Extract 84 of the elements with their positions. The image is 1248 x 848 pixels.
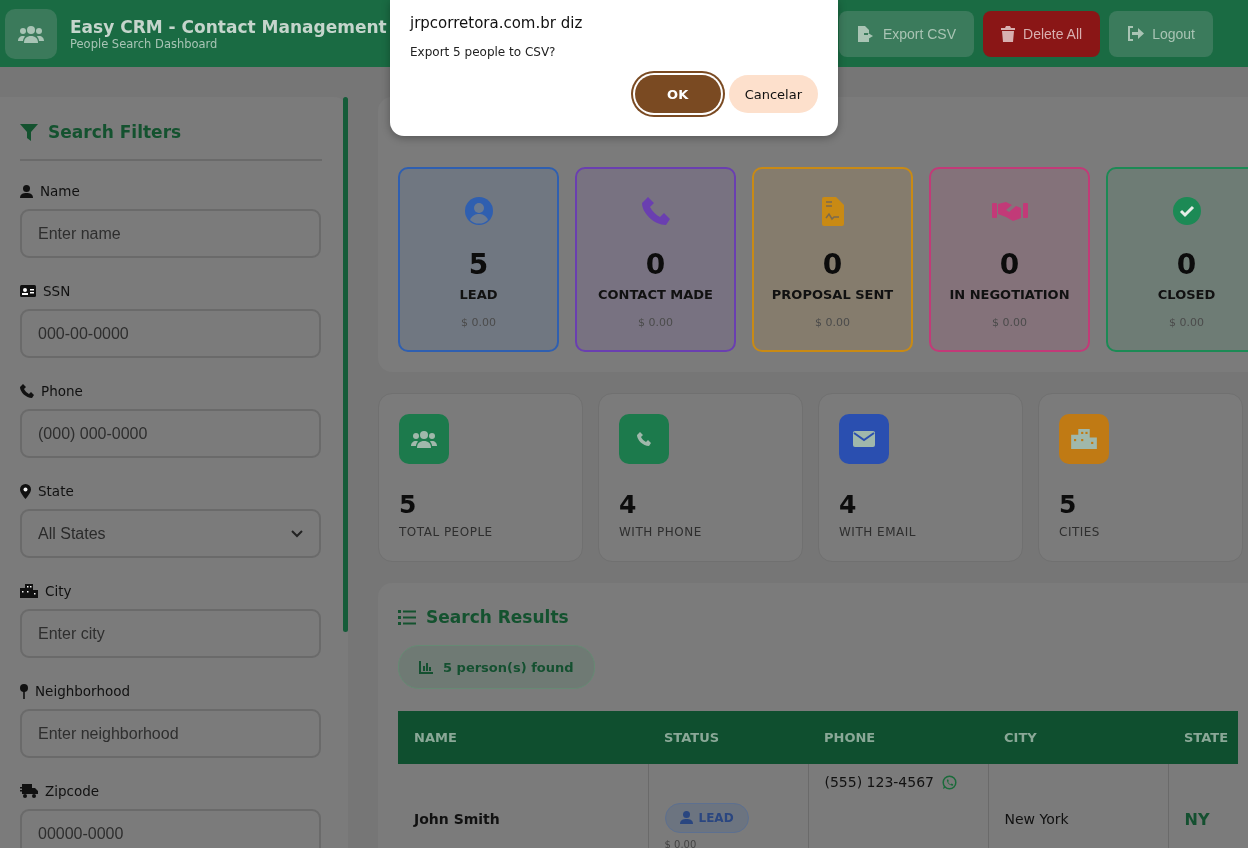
id-card-icon xyxy=(20,285,36,297)
stat-value: 5 xyxy=(399,490,418,519)
check-circle-icon xyxy=(1172,197,1201,225)
trash-icon xyxy=(1001,25,1015,42)
input-field[interactable]: Enter city xyxy=(20,609,321,658)
state-dropdown[interactable]: All States xyxy=(20,509,321,558)
stage-label: IN NEGOTIATION xyxy=(949,287,1070,302)
file-export-icon xyxy=(856,25,875,42)
stat-value: 4 xyxy=(619,490,638,519)
logout-button[interactable]: Logout xyxy=(1109,10,1213,57)
stage-count: 0 xyxy=(1176,248,1197,281)
phone-icon xyxy=(641,197,670,225)
input-field[interactable]: Enter name xyxy=(20,209,321,258)
chevron-down-icon xyxy=(291,529,303,538)
pushpin-icon xyxy=(20,683,28,699)
stage-label: PROPOSAL SENT xyxy=(771,287,894,302)
field-label: Neighborhood xyxy=(35,683,131,699)
sidebar-title: Search Filters xyxy=(48,122,182,142)
scrollbar[interactable] xyxy=(343,97,348,632)
column-header[interactable]: CITY xyxy=(988,711,1168,764)
truck-icon xyxy=(20,784,38,798)
column-header[interactable]: STATUS xyxy=(648,711,808,764)
city-icon xyxy=(1071,429,1097,449)
dialog-title: jrpcorretora.com.br diz xyxy=(410,14,584,32)
stage-count: 0 xyxy=(645,248,666,281)
stat-label: WITH EMAIL xyxy=(839,525,917,539)
input-field[interactable]: Enter neighborhood xyxy=(20,709,321,758)
section-title: Search Results xyxy=(426,607,569,627)
user-circle-icon xyxy=(464,197,493,225)
whatsapp-icon xyxy=(942,774,957,790)
people-icon xyxy=(411,429,437,449)
stat-value: 5 xyxy=(1059,490,1078,519)
field-label: SSN xyxy=(43,283,71,299)
stage-amount: $ 0.00 xyxy=(815,316,850,329)
map-pin-icon xyxy=(20,483,31,499)
field-label: City xyxy=(45,583,72,599)
stage-label: CONTACT MADE xyxy=(598,287,713,302)
stage-count: 0 xyxy=(822,248,843,281)
column-header[interactable]: NAME xyxy=(398,711,648,764)
stat-value: 4 xyxy=(839,490,858,519)
delete-all-button[interactable]: Delete All xyxy=(983,10,1101,57)
stage-label: CLOSED xyxy=(1157,287,1216,302)
stat-label: TOTAL PEOPLE xyxy=(399,525,494,539)
person-icon xyxy=(20,184,33,198)
status-badge: LEAD xyxy=(664,802,749,833)
document-icon xyxy=(821,196,844,226)
user-icon xyxy=(679,811,693,824)
input-field[interactable]: (000) 000-0000 xyxy=(20,409,321,458)
stage-count: 0 xyxy=(999,248,1020,281)
column-header[interactable]: STATE xyxy=(1168,711,1238,764)
stat-label: CITIES xyxy=(1059,525,1101,539)
logout-icon xyxy=(1127,26,1145,41)
app-title: Easy CRM - Contact Management xyxy=(70,16,387,37)
list-icon xyxy=(398,609,416,625)
field-label: Phone xyxy=(41,383,83,399)
stage-count: 5 xyxy=(468,248,489,281)
stage-amount: $ 0.00 xyxy=(992,316,1027,329)
bar-chart-icon xyxy=(419,660,433,674)
funnel-stage-card[interactable]: 0 IN NEGOTIATION $ 0.00 xyxy=(929,167,1090,352)
input-field[interactable]: 00000-0000 xyxy=(20,809,321,848)
export-button[interactable]: Export CSV xyxy=(838,10,974,57)
phone-icon xyxy=(20,384,34,398)
app-subtitle: People Search Dashboard xyxy=(70,36,219,51)
phone-number: (555) 123-4567 xyxy=(824,774,934,790)
person-name: John Smith xyxy=(414,811,500,827)
handshake-icon xyxy=(991,200,1028,222)
city-icon xyxy=(20,584,38,598)
field-label: Name xyxy=(40,183,80,199)
dialog-message: Export 5 people to CSV? xyxy=(410,45,557,59)
phone-icon xyxy=(637,432,651,446)
people-icon xyxy=(18,23,44,44)
funnel-stage-card[interactable]: 0 PROPOSAL SENT $ 0.00 xyxy=(752,167,913,352)
state-code: NY xyxy=(1184,809,1210,829)
stage-label: LEAD xyxy=(459,287,498,302)
cancel-button[interactable]: Cancelar xyxy=(728,75,818,113)
envelope-icon xyxy=(853,431,875,447)
column-header[interactable]: PHONE xyxy=(808,711,988,764)
city-name: New York xyxy=(1004,811,1069,827)
filter-icon xyxy=(20,123,38,141)
field-label: State xyxy=(38,483,74,499)
input-field[interactable]: 000-00-0000 xyxy=(20,309,321,358)
field-label: Zipcode xyxy=(45,783,100,799)
stat-label: WITH PHONE xyxy=(619,525,703,539)
results-count-badge: 5 person(s) found xyxy=(398,645,595,689)
